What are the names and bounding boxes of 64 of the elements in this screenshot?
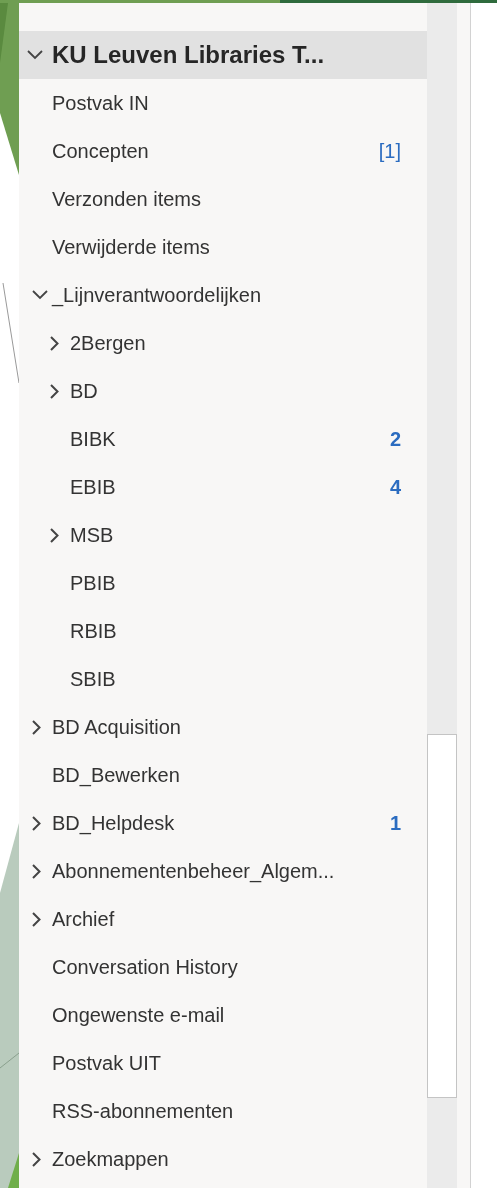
folder-name: Archief <box>52 907 116 931</box>
chevron-right-icon[interactable] <box>32 863 41 879</box>
item-count: 4 <box>389 475 401 499</box>
chevron-right-icon[interactable] <box>32 815 41 831</box>
folder-item[interactable]: SBIB <box>19 655 427 703</box>
folder-item[interactable]: RBIB <box>19 607 427 655</box>
folder-item[interactable]: BD_Helpdesk 1 <box>19 799 427 847</box>
folder-name: MSB <box>70 523 115 547</box>
folder-item[interactable]: Conversation History <box>19 943 427 991</box>
chevron-right-icon[interactable] <box>50 383 59 399</box>
folder-name: Verzonden items <box>52 187 202 211</box>
folder-item[interactable]: RSS-abonnementen <box>19 1087 427 1135</box>
item-count: 2 <box>389 427 401 451</box>
folder-item[interactable]: Abonnementenbeheer_Algem... <box>19 847 427 895</box>
chevron-right-icon[interactable] <box>50 335 59 351</box>
folder-name: Abonnementenbeheer_Algem... <box>52 859 336 883</box>
folder-item[interactable]: Postvak UIT <box>19 1039 427 1087</box>
folder-item[interactable]: Ongewenste e-mail <box>19 991 427 1039</box>
scrollbar-thumb[interactable] <box>427 734 457 1098</box>
folder-item[interactable]: Zoekmappen <box>19 1135 427 1183</box>
account-header[interactable]: KU Leuven Libraries T... <box>19 31 427 79</box>
chevron-down-icon[interactable] <box>32 290 48 300</box>
folder-name: EBIB <box>70 475 117 499</box>
chevron-down-icon[interactable] <box>27 50 43 60</box>
folder-name: RBIB <box>70 619 118 643</box>
folder-name: BD <box>70 379 99 403</box>
folder-item[interactable]: MSB <box>19 511 427 559</box>
folder-name: Verwijderde items <box>52 235 211 259</box>
folder-name: SBIB <box>70 667 117 691</box>
folder-item[interactable]: Verzonden items <box>19 175 427 223</box>
folder-item[interactable]: Archief <box>19 895 427 943</box>
folder-name: BD_Helpdesk <box>52 811 176 835</box>
folder-name: Concepten <box>52 139 150 163</box>
folder-item[interactable]: EBIB 4 <box>19 463 427 511</box>
folder-name: 2Bergen <box>70 331 147 355</box>
item-count: 1 <box>389 811 401 835</box>
folder-item[interactable]: _Lijnverantwoordelijken <box>19 271 427 319</box>
folder-item[interactable]: Verwijderde items <box>19 223 427 271</box>
folder-name: BIBK <box>70 427 117 451</box>
folder-item[interactable]: 2Bergen <box>19 319 427 367</box>
folder-item[interactable]: BD_Bewerken <box>19 751 427 799</box>
folder-name: _Lijnverantwoordelijken <box>52 283 262 307</box>
folder-name: PBIB <box>70 571 117 595</box>
account-name: KU Leuven Libraries T... <box>52 41 326 69</box>
chevron-right-icon[interactable] <box>32 911 41 927</box>
folder-item[interactable]: BD Acquisition <box>19 703 427 751</box>
folder-name: Postvak IN <box>52 91 150 115</box>
folder-name: Conversation History <box>52 955 239 979</box>
folder-item[interactable]: BIBK 2 <box>19 415 427 463</box>
item-count: [1] <box>378 139 401 163</box>
folder-name: BD Acquisition <box>52 715 182 739</box>
folder-name: Zoekmappen <box>52 1147 170 1171</box>
folder-item[interactable]: PBIB <box>19 559 427 607</box>
folder-name: RSS-abonnementen <box>52 1099 235 1123</box>
scrollbar[interactable] <box>427 3 457 1188</box>
chevron-right-icon[interactable] <box>50 527 59 543</box>
chevron-right-icon[interactable] <box>32 1151 41 1167</box>
folder-name: Ongewenste e-mail <box>52 1003 226 1027</box>
folder-item[interactable]: Concepten [1] <box>19 127 427 175</box>
chevron-right-icon[interactable] <box>32 719 41 735</box>
folder-item[interactable]: BD <box>19 367 427 415</box>
folder-name: Postvak UIT <box>52 1051 162 1075</box>
folder-item[interactable]: Postvak IN <box>19 79 427 127</box>
folder-name: BD_Bewerken <box>52 763 181 787</box>
